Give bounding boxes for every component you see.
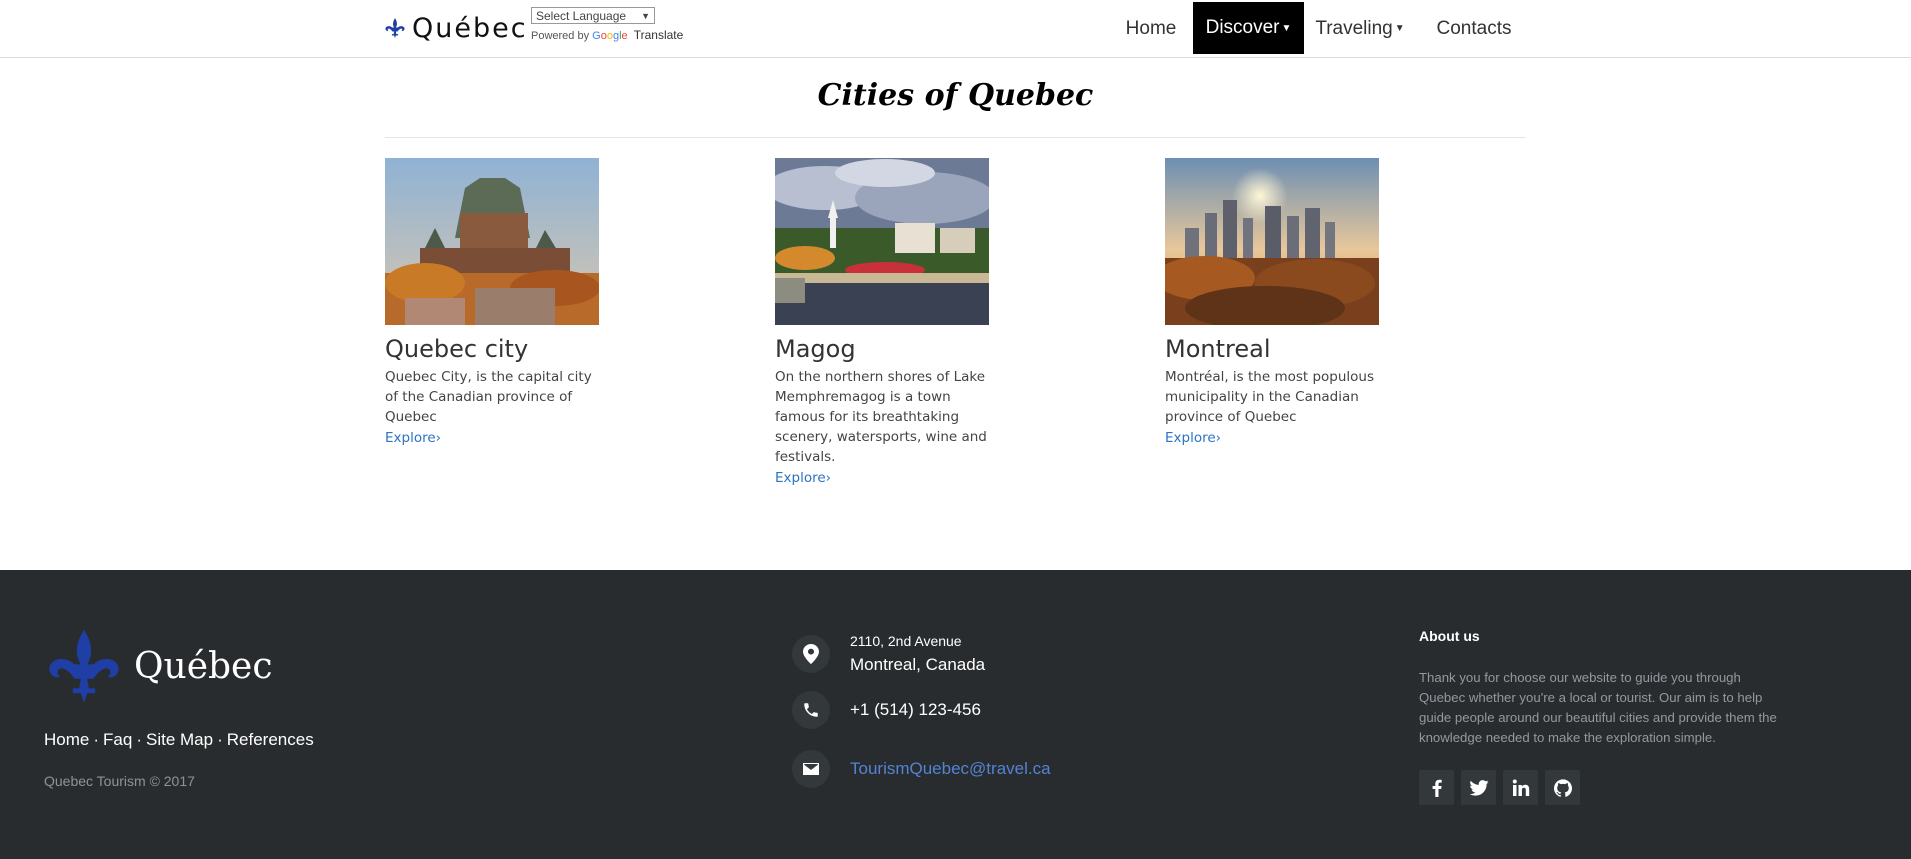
nav-contacts-label: Contacts [1436,17,1512,39]
email-row: TourismQuebec@travel.ca [792,750,1051,788]
fleur-de-lis-icon [385,18,405,39]
nav-contacts[interactable]: Contacts [1428,0,1520,57]
page-title: Cities of Quebec [817,78,1094,113]
github-icon[interactable] [1545,770,1580,805]
email-link[interactable]: TourismQuebec@travel.ca [850,759,1051,779]
chevron-down-icon: ▼ [641,10,650,21]
city-name: Magog [775,335,856,363]
caret-down-icon: ▼ [1394,23,1405,34]
city-name: Montreal [1165,335,1271,363]
powered-by-label: Powered by [531,30,590,42]
about-title: About us [1419,628,1480,644]
linkedin-icon[interactable] [1503,770,1538,805]
nav-home[interactable]: Home [1113,0,1189,57]
copyright: Quebec Tourism © 2017 [44,773,195,789]
brand[interactable]: Québec [384,12,528,44]
nav-discover[interactable]: Discover ▼ [1193,2,1304,54]
language-select-value: Select Language [536,8,627,23]
separator: · [136,730,142,749]
caret-down-icon: ▼ [1281,22,1292,34]
city-description: Quebec City, is the capital city of the … [385,369,592,425]
translate-link[interactable]: Translate [634,28,684,42]
language-select[interactable]: Select Language ▼ [531,7,655,24]
city-description: Montréal, is the most populous municipal… [1165,369,1375,425]
footer-link-site-map[interactable]: Site Map [146,730,213,749]
nav-discover-label: Discover [1205,17,1280,38]
brand-title: Québec [412,12,528,44]
separator: · [93,730,100,749]
montreal-image[interactable] [1165,158,1379,325]
city-card-quebec: Quebec city Quebec City, is the capital … [385,158,600,448]
phone-icon [792,691,830,729]
google-logo: Google [592,30,628,42]
footer-link-home[interactable]: Home [44,730,89,749]
address-row: 2110, 2nd Avenue Montreal, Canada [792,633,985,675]
nav-traveling-label: Traveling [1315,17,1393,39]
fleur-de-lis-icon [49,630,119,703]
phone-row: +1 (514) 123-456 [792,691,981,729]
facebook-icon[interactable] [1419,770,1454,805]
google-translate-widget: Select Language ▼ Powered by Google Tran… [531,7,683,42]
footer: Québec Home · Faq · Site Map · References Queb… [0,570,1911,859]
footer-links: Home · Faq · Site Map · References [44,730,314,750]
map-pin-icon [792,635,830,673]
address-line-2: Montreal, Canada [850,655,986,674]
social-links [1419,770,1580,805]
explore-link[interactable]: Explore› [385,428,441,448]
top-navbar: Québec Select Language ▼ Powered by Goog… [0,0,1911,58]
title-divider [385,137,1526,138]
footer-link-references[interactable]: References [227,730,314,749]
phone-number[interactable]: +1 (514) 123-456 [850,700,981,720]
twitter-icon[interactable] [1461,770,1496,805]
address-text: 2110, 2nd Avenue Montreal, Canada [850,633,985,675]
envelope-icon [792,750,830,788]
footer-link-faq[interactable]: Faq [103,730,132,749]
city-name: Quebec city [385,335,529,363]
separator: · [217,730,223,749]
powered-by-google: Powered by Google Translate [531,28,683,42]
quebec-city-image[interactable] [385,158,599,325]
magog-image[interactable] [775,158,989,325]
address-line-1: 2110, 2nd Avenue [850,633,962,649]
about-text: Thank you for choose our website to guid… [1419,670,1777,745]
explore-link[interactable]: Explore› [1165,428,1221,448]
city-card-magog: Magog On the northern shores of Lake Mem… [775,158,990,488]
footer-logo[interactable]: Québec [44,626,273,706]
city-card-montreal: Montreal Montréal, is the most populous … [1165,158,1380,448]
explore-link[interactable]: Explore› [775,468,831,488]
about-section: About us Thank you for choose our websit… [1419,628,1789,748]
city-description: On the northern shores of Lake Memphrema… [775,369,987,465]
nav-traveling[interactable]: Traveling ▼ [1310,0,1410,57]
footer-brand: Québec [134,645,273,687]
nav-home-label: Home [1125,17,1177,39]
